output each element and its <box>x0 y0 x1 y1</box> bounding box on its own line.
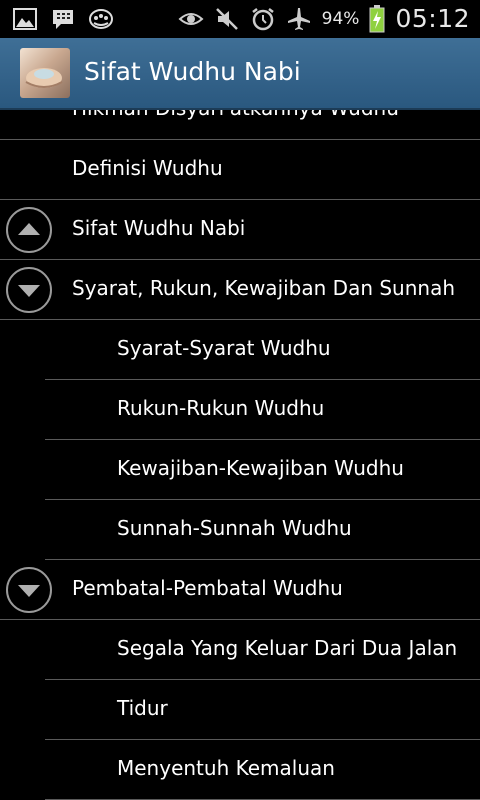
group-indicator-up-icon[interactable] <box>6 207 52 253</box>
list-child-item[interactable]: Kewajiban-Kewajiban Wudhu <box>0 440 480 500</box>
group-label: Hikmah Disyari'atkannya Wudhu <box>72 110 399 120</box>
group-label: Pembatal-Pembatal Wudhu <box>72 576 343 600</box>
system-icons: 94% 05:12 <box>178 4 470 33</box>
action-bar: Sifat Wudhu Nabi <box>0 38 480 110</box>
child-label: Sunnah-Sunnah Wudhu <box>117 516 352 540</box>
group-label: Sifat Wudhu Nabi <box>72 216 246 240</box>
bbm-icon <box>53 10 73 29</box>
list-group[interactable]: Pembatal-Pembatal Wudhu <box>0 560 480 620</box>
child-label: Syarat-Syarat Wudhu <box>117 336 331 360</box>
eye-icon <box>178 12 204 25</box>
list-group[interactable]: Sifat Wudhu Nabi <box>0 200 480 260</box>
mute-icon <box>215 7 238 30</box>
list-group-partial[interactable]: Hikmah Disyari'atkannya Wudhu <box>0 110 480 140</box>
battery-charging-icon <box>369 4 385 32</box>
list-child-item[interactable]: Syarat-Syarat Wudhu <box>0 320 480 380</box>
airplane-icon <box>287 7 310 30</box>
list-group[interactable]: Definisi Wudhu <box>0 140 480 200</box>
list-child-item[interactable]: Sunnah-Sunnah Wudhu <box>0 500 480 560</box>
child-label: Kewajiban-Kewajiban Wudhu <box>117 456 404 480</box>
alarm-icon <box>251 7 274 30</box>
status-bar: 94% 05:12 <box>0 0 480 38</box>
app-logo-icon[interactable] <box>20 48 70 98</box>
list-child-item[interactable]: Menyentuh Kemaluan <box>0 740 480 800</box>
group-label: Syarat, Rukun, Kewajiban Dan Sunnah <box>72 276 456 300</box>
group-indicator-down-icon[interactable] <box>6 567 52 613</box>
list-child-item[interactable]: Tidur <box>0 680 480 740</box>
app-update-icon <box>89 9 113 29</box>
list-group[interactable]: Syarat, Rukun, Kewajiban Dan Sunnah <box>0 260 480 320</box>
battery-percentage: 94% <box>321 8 360 29</box>
group-label: Definisi Wudhu <box>72 156 223 180</box>
group-indicator-down-icon[interactable] <box>6 267 52 313</box>
gallery-icon <box>13 8 37 30</box>
notification-icons <box>12 6 114 32</box>
child-label: Menyentuh Kemaluan <box>117 756 335 780</box>
list-child-item[interactable]: Rukun-Rukun Wudhu <box>0 380 480 440</box>
list-child-item[interactable]: Segala Yang Keluar Dari Dua Jalan <box>0 620 480 680</box>
child-label: Tidur <box>117 696 168 720</box>
child-label: Rukun-Rukun Wudhu <box>117 396 325 420</box>
child-label: Segala Yang Keluar Dari Dua Jalan <box>117 636 458 660</box>
clock: 05:12 <box>395 4 470 33</box>
expandable-list[interactable]: Hikmah Disyari'atkannya Wudhu Definisi W… <box>0 110 480 800</box>
app-title: Sifat Wudhu Nabi <box>84 57 301 86</box>
